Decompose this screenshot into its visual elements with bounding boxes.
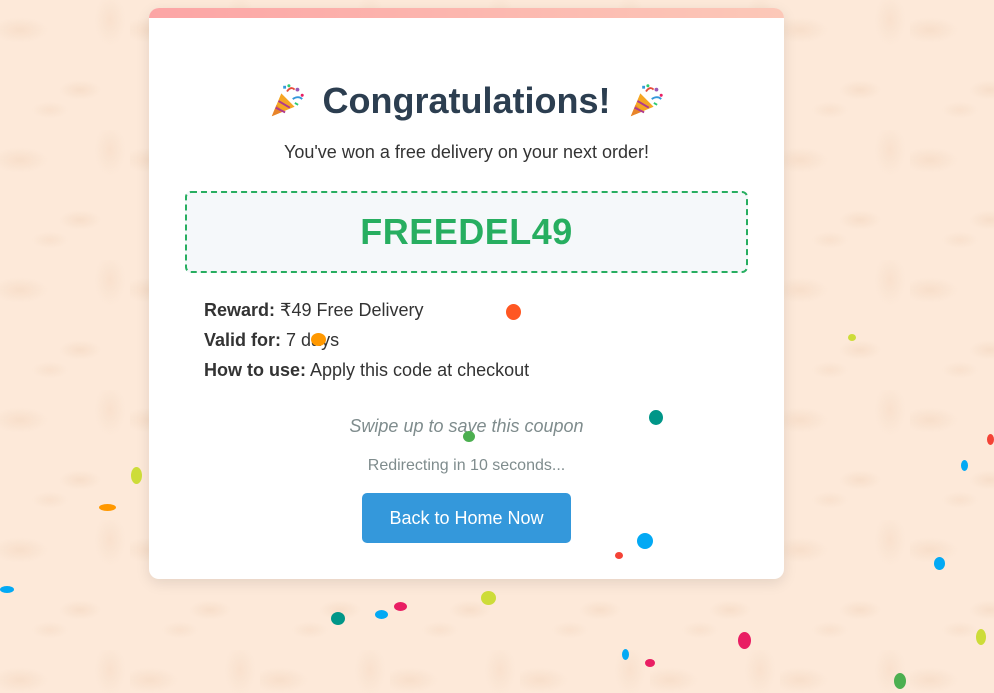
confetti-piece [645, 659, 655, 667]
confetti-piece [934, 557, 945, 570]
coupon-card: Congratulations! You've won a free deliv… [149, 8, 784, 579]
confetti-piece [463, 431, 475, 442]
confetti-piece [131, 467, 142, 484]
page-title: Congratulations! [322, 80, 611, 121]
party-popper-icon [271, 84, 304, 117]
card-accent-bar [149, 8, 784, 18]
confetti-piece [375, 610, 388, 619]
confetti-piece [311, 333, 326, 346]
confetti-piece [649, 410, 663, 425]
detail-value: ₹49 Free Delivery [280, 300, 424, 320]
title-row: Congratulations! [149, 76, 784, 126]
detail-reward: Reward: ₹49 Free Delivery [204, 298, 529, 328]
detail-usage: How to use: Apply this code at checkout [204, 358, 529, 388]
confetti-piece [331, 612, 345, 625]
confetti-piece [637, 533, 653, 549]
confetti-piece [481, 591, 496, 605]
party-popper-icon [630, 84, 663, 117]
confetti-piece [894, 673, 906, 689]
detail-label: How to use: [204, 360, 306, 380]
detail-validity: Valid for: 7 days [204, 328, 529, 358]
coupon-details: Reward: ₹49 Free Delivery Valid for: 7 d… [204, 298, 529, 388]
confetti-piece [615, 552, 623, 559]
back-to-home-button[interactable]: Back to Home Now [362, 493, 571, 543]
confetti-piece [0, 586, 14, 593]
confetti-piece [394, 602, 407, 611]
confetti-piece [506, 304, 521, 320]
redirect-countdown: Redirecting in 10 seconds... [367, 457, 566, 474]
confetti-piece [961, 460, 968, 471]
detail-label: Valid for: [204, 330, 282, 350]
detail-value: Apply this code at checkout [310, 360, 530, 380]
confetti-piece [622, 649, 629, 660]
confetti-piece [987, 434, 994, 445]
confetti-piece [738, 632, 751, 649]
confetti-piece [99, 504, 116, 511]
coupon-code-box[interactable]: FREEDEL49 [185, 191, 748, 273]
detail-label: Reward: [204, 300, 276, 320]
confetti-piece [976, 629, 986, 645]
win-message: You've won a free delivery on your next … [284, 142, 649, 162]
confetti-piece [848, 334, 856, 341]
coupon-code[interactable]: FREEDEL49 [360, 211, 573, 252]
